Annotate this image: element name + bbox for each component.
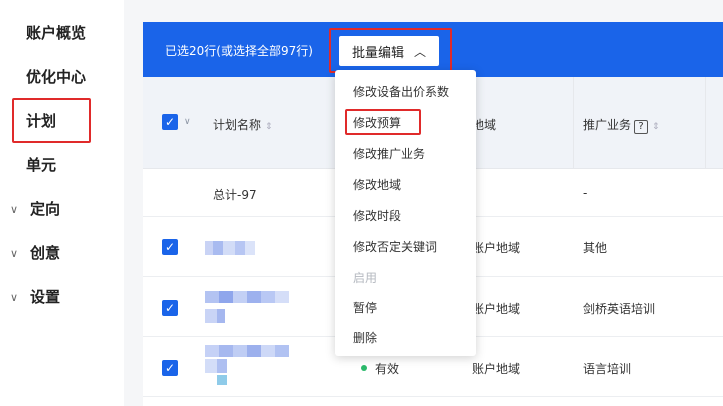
row-checkbox[interactable]: ✓ bbox=[162, 300, 178, 316]
menu-item-modify-business[interactable]: 修改推广业务 bbox=[353, 145, 425, 162]
check-icon: ✓ bbox=[164, 240, 176, 254]
row-region: 账户地域 bbox=[472, 241, 521, 255]
app-page: 账户概览 优化中心 计划 单元 ∨ 定向 ∨ 创意 ∨ 设置 已选20行(或选择全部9… bbox=[0, 0, 723, 406]
column-separator bbox=[573, 77, 574, 169]
total-label: 总计-97 bbox=[213, 188, 257, 202]
redacted-pixels bbox=[205, 345, 289, 385]
status-active-dot bbox=[361, 365, 367, 371]
row-region: 账户地域 bbox=[472, 362, 521, 376]
menu-item-delete[interactable]: 删除 bbox=[353, 329, 377, 346]
menu-item-modify-device-bid[interactable]: 修改设备出价系数 bbox=[353, 83, 449, 100]
chevron-down-icon: ∨ bbox=[10, 247, 19, 260]
sidebar-item-label: 定向 bbox=[30, 200, 61, 218]
modify-budget-highlight-box bbox=[345, 109, 421, 135]
plan-name-redacted[interactable] bbox=[205, 240, 255, 255]
row-status-label: 有效 bbox=[375, 362, 400, 376]
sidebar-item-optimization-center[interactable]: 优化中心 bbox=[26, 66, 86, 87]
row-checkbox[interactable]: ✓ bbox=[162, 360, 178, 376]
plan-name-redacted[interactable] bbox=[205, 291, 295, 325]
check-icon: ✓ bbox=[164, 301, 176, 315]
sidebar-item-account-overview[interactable]: 账户概览 bbox=[26, 22, 86, 43]
row-business: 语言培训 bbox=[583, 362, 632, 376]
select-all-checkbox[interactable]: ✓ bbox=[162, 114, 178, 130]
sidebar-item-targeting[interactable]: ∨ 定向 bbox=[10, 198, 60, 219]
sort-icon[interactable]: ⇕ bbox=[265, 122, 273, 132]
sidebar-item-settings[interactable]: ∨ 设置 bbox=[10, 286, 60, 307]
redacted-pixels bbox=[205, 291, 289, 323]
header-plan-name[interactable]: 计划名称 ⇕ bbox=[213, 116, 273, 133]
check-icon: ✓ bbox=[164, 361, 176, 375]
sidebar: 账户概览 优化中心 计划 单元 ∨ 定向 ∨ 创意 ∨ 设置 bbox=[0, 0, 124, 406]
menu-item-modify-region[interactable]: 修改地域 bbox=[353, 176, 401, 193]
header-label: 计划名称 bbox=[213, 118, 262, 132]
chevron-down-icon: ∨ bbox=[10, 203, 19, 216]
menu-item-modify-negative-keywords[interactable]: 修改否定关键词 bbox=[353, 238, 437, 255]
header-business[interactable]: 推广业务? ⇕ bbox=[583, 116, 660, 134]
row-business: 其他 bbox=[583, 241, 608, 255]
total-business: - bbox=[583, 186, 588, 200]
selection-count-text[interactable]: 已选20行(或选择全部97行) bbox=[165, 42, 313, 59]
menu-item-enable: 启用 bbox=[353, 271, 378, 285]
row-checkbox[interactable]: ✓ bbox=[162, 239, 178, 255]
row-business: 剑桥英语培训 bbox=[583, 302, 656, 316]
sort-icon[interactable]: ⇕ bbox=[652, 122, 660, 132]
sidebar-item-creative[interactable]: ∨ 创意 bbox=[10, 242, 60, 263]
sidebar-item-label: 设置 bbox=[30, 288, 61, 306]
menu-item-modify-schedule[interactable]: 修改时段 bbox=[353, 207, 401, 224]
chevron-down-icon: ∨ bbox=[10, 291, 19, 304]
bulk-action-bar: 已选20行(或选择全部97行) 批量编辑 ︿ bbox=[143, 22, 723, 77]
header-label: 推广业务 bbox=[583, 118, 632, 132]
sidebar-item-label: 创意 bbox=[30, 244, 61, 262]
redacted-pixels bbox=[205, 241, 255, 255]
help-icon[interactable]: ? bbox=[634, 120, 649, 134]
row-region: 账户地域 bbox=[472, 302, 521, 316]
bulk-edit-highlight-box bbox=[329, 28, 452, 73]
sidebar-item-unit[interactable]: 单元 bbox=[26, 154, 56, 175]
check-icon: ✓ bbox=[164, 115, 176, 129]
plan-highlight-box bbox=[12, 98, 91, 143]
plan-name-redacted[interactable] bbox=[205, 345, 295, 387]
column-separator bbox=[705, 77, 706, 169]
chevron-down-icon[interactable]: ∨ bbox=[184, 117, 191, 127]
row-status: 有效 bbox=[361, 360, 399, 377]
menu-item-pause[interactable]: 暂停 bbox=[353, 299, 377, 316]
